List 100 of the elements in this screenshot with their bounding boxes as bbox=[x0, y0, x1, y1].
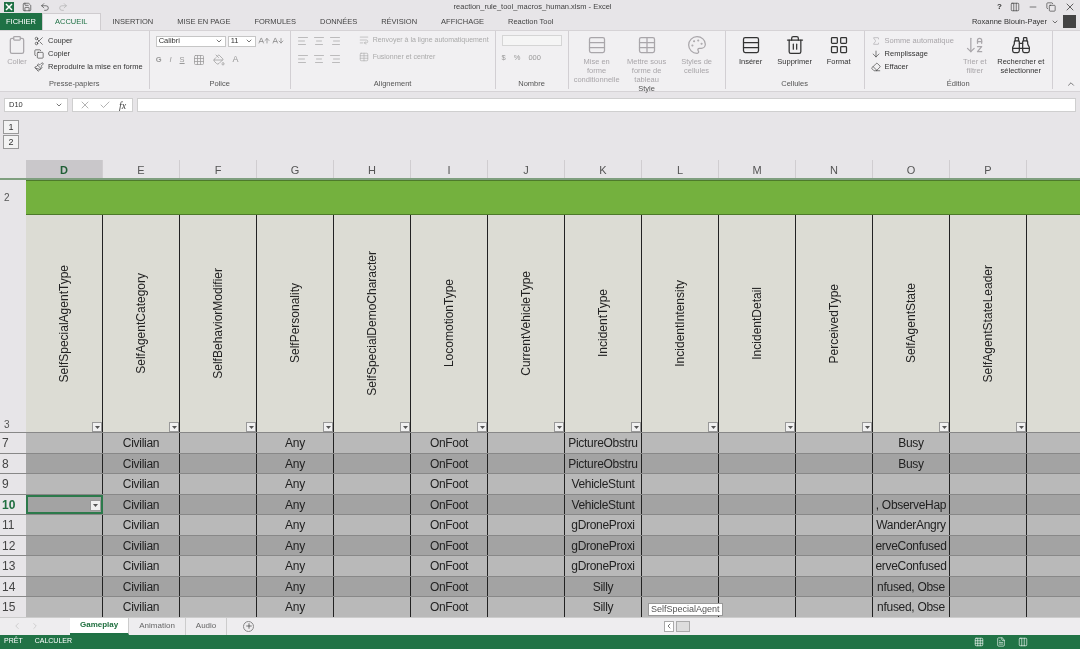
fill-color-icon[interactable] bbox=[212, 53, 225, 66]
filter-button[interactable] bbox=[92, 422, 102, 432]
filter-button[interactable] bbox=[785, 422, 795, 432]
row-header[interactable]: 14 bbox=[0, 576, 26, 596]
column-header[interactable]: H bbox=[334, 160, 411, 178]
column-header[interactable]: K bbox=[565, 160, 642, 178]
align-center-icon[interactable] bbox=[312, 53, 325, 65]
table-cell[interactable]: Civilian bbox=[103, 597, 180, 617]
table-cell[interactable]: Any bbox=[257, 597, 334, 617]
outline-level-button[interactable]: 1 bbox=[3, 120, 19, 134]
number-format-field[interactable] bbox=[501, 35, 562, 46]
collapse-ribbon-icon[interactable] bbox=[1066, 79, 1076, 89]
row-header[interactable]: 9 bbox=[0, 474, 26, 494]
table-cell[interactable]: OnFoot bbox=[411, 474, 488, 494]
filter-button[interactable] bbox=[246, 422, 256, 432]
filter-button[interactable] bbox=[554, 422, 564, 432]
align-right-icon[interactable] bbox=[328, 53, 341, 65]
filter-button[interactable] bbox=[862, 422, 872, 432]
filter-button[interactable] bbox=[169, 422, 179, 432]
filter-button[interactable] bbox=[708, 422, 718, 432]
table-cell[interactable]: Civilian bbox=[103, 515, 180, 535]
help-button[interactable]: ? bbox=[997, 0, 1002, 13]
column-header[interactable]: M bbox=[719, 160, 796, 178]
insert-function-button[interactable]: fx bbox=[119, 97, 127, 113]
scroll-left-button[interactable] bbox=[664, 620, 675, 632]
row-header[interactable]: 15 bbox=[0, 597, 26, 617]
column-header[interactable]: I bbox=[411, 160, 488, 178]
column-header[interactable]: F bbox=[180, 160, 257, 178]
column-header[interactable]: D bbox=[26, 160, 103, 178]
filter-button[interactable] bbox=[631, 422, 641, 432]
normal-view-icon[interactable] bbox=[974, 636, 984, 647]
column-heading: SelfBehaviorModifier bbox=[210, 268, 226, 379]
caret-icon bbox=[93, 504, 98, 507]
table-cell[interactable]: OnFoot bbox=[411, 597, 488, 617]
scroll-left-icon[interactable] bbox=[12, 621, 22, 631]
column-header[interactable]: L bbox=[642, 160, 719, 178]
table-cell[interactable]: PictureObstru bbox=[565, 433, 642, 453]
table-cell[interactable]: gDroneProxi bbox=[565, 556, 642, 576]
row-header[interactable]: 11 bbox=[0, 515, 26, 535]
table-cell[interactable]: Busy bbox=[873, 433, 950, 453]
row-header[interactable]: 10 bbox=[0, 494, 26, 514]
row-header[interactable]: 3 bbox=[0, 215, 26, 432]
align-middle-icon[interactable] bbox=[312, 35, 325, 47]
merge-icon bbox=[358, 51, 369, 62]
table-cell[interactable]: gDroneProxi bbox=[565, 515, 642, 535]
column-header[interactable]: G bbox=[257, 160, 334, 178]
column-header[interactable]: E bbox=[103, 160, 180, 178]
outline-level-button[interactable]: 2 bbox=[3, 135, 19, 149]
cancel-icon[interactable] bbox=[79, 99, 91, 111]
table-cell[interactable]: VehicleStunt bbox=[565, 474, 642, 494]
table-cell[interactable]: Civilian bbox=[103, 474, 180, 494]
table-cell[interactable]: Any bbox=[257, 474, 334, 494]
page-break-icon[interactable] bbox=[1018, 636, 1028, 647]
filter-button[interactable] bbox=[400, 422, 410, 432]
table-cell[interactable]: nfused, Obse bbox=[873, 597, 950, 617]
column-header[interactable]: O bbox=[873, 160, 950, 178]
filter-button[interactable] bbox=[477, 422, 487, 432]
align-left-icon[interactable] bbox=[296, 53, 309, 65]
table-cell[interactable]: Any bbox=[257, 515, 334, 535]
table-cell[interactable]: OnFoot bbox=[411, 433, 488, 453]
filter-button[interactable] bbox=[1016, 422, 1026, 432]
horizontal-scrollbar[interactable] bbox=[676, 620, 691, 632]
sheet-tab[interactable]: Gameplay bbox=[70, 617, 130, 635]
table-cell[interactable]: Any bbox=[257, 433, 334, 453]
enter-icon[interactable] bbox=[99, 99, 111, 111]
page-layout-icon[interactable] bbox=[996, 636, 1006, 647]
formula-input[interactable] bbox=[137, 98, 1076, 112]
shrink-font-icon[interactable] bbox=[271, 35, 284, 47]
table-cell[interactable]: Silly bbox=[565, 597, 642, 617]
table-cell[interactable]: Civilian bbox=[103, 556, 180, 576]
table-cell[interactable]: OnFoot bbox=[411, 515, 488, 535]
grow-font-icon[interactable] bbox=[257, 35, 270, 47]
row-header[interactable]: 12 bbox=[0, 535, 26, 555]
row-header[interactable]: 8 bbox=[0, 453, 26, 473]
table-cell[interactable]: WanderAngry bbox=[873, 515, 950, 535]
row-header[interactable]: 7 bbox=[0, 433, 26, 453]
add-sheet-button[interactable] bbox=[243, 620, 255, 632]
row-header[interactable]: 13 bbox=[0, 556, 26, 576]
table-cell[interactable]: Any bbox=[257, 556, 334, 576]
table-cell[interactable] bbox=[26, 494, 103, 514]
restore-icon[interactable] bbox=[1046, 1, 1056, 12]
redo-icon[interactable] bbox=[58, 1, 68, 12]
align-top-icon[interactable] bbox=[296, 35, 309, 47]
table-cell[interactable]: OnFoot bbox=[411, 556, 488, 576]
sheet-tab[interactable]: Animation bbox=[129, 617, 186, 635]
save-icon[interactable] bbox=[22, 1, 32, 12]
border-icon[interactable] bbox=[192, 53, 205, 66]
column-header[interactable]: P bbox=[950, 160, 1027, 178]
ribbon-display-icon[interactable] bbox=[1010, 1, 1020, 12]
column-header[interactable]: J bbox=[488, 160, 565, 178]
align-bottom-icon[interactable] bbox=[328, 35, 341, 47]
scroll-right-icon[interactable] bbox=[30, 621, 40, 631]
table-cell[interactable]: erveConfused bbox=[873, 556, 950, 576]
cell-dropdown-button[interactable] bbox=[90, 500, 101, 511]
table-cell[interactable]: Civilian bbox=[103, 433, 180, 453]
undo-icon[interactable] bbox=[40, 1, 50, 12]
sheet-tab[interactable]: Audio bbox=[185, 617, 228, 635]
column-header[interactable]: N bbox=[796, 160, 873, 178]
filter-button[interactable] bbox=[323, 422, 333, 432]
filter-button[interactable] bbox=[939, 422, 949, 432]
